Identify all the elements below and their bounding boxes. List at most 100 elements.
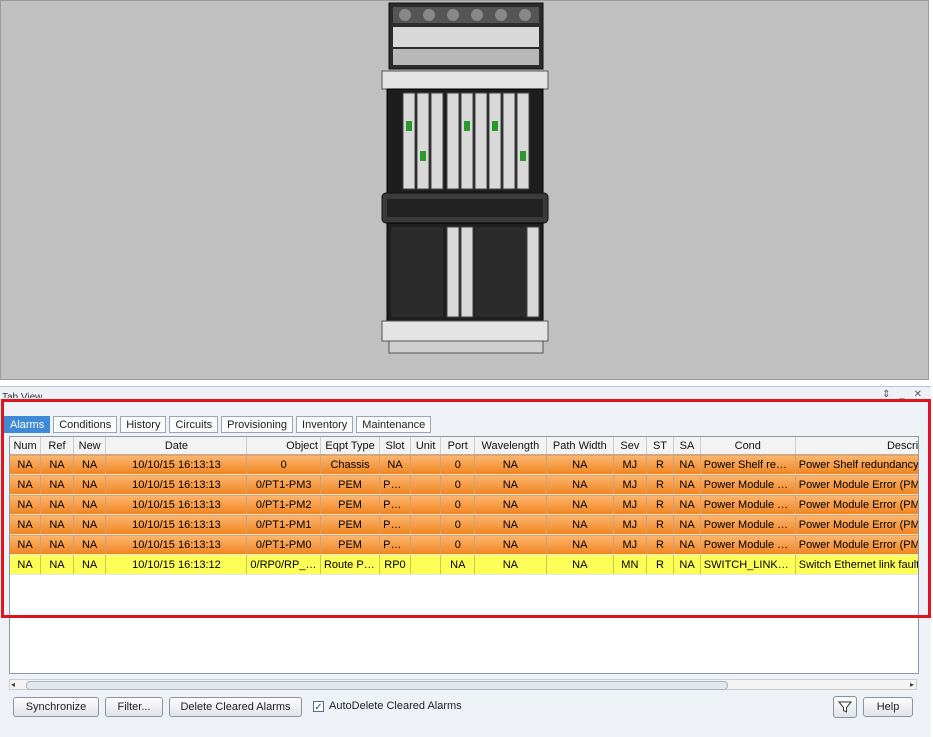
table-cell: MJ <box>613 534 647 555</box>
tab-strip: Alarms Conditions History Circuits Provi… <box>4 416 432 434</box>
panel-window-controls[interactable]: ⇕ _ ✕ <box>882 389 925 400</box>
table-cell: NA <box>546 474 615 495</box>
table-cell: Power Module Error <box>700 494 796 515</box>
table-row[interactable]: NANANA10/10/15 16:13:130/PT1-PM1PEMPT1-P… <box>10 514 918 535</box>
table-cell: Switch Ethernet link fault <box>795 554 918 575</box>
table-cell: 0/RP0/RP_SWITCH <box>246 554 321 575</box>
tab-alarms[interactable]: Alarms <box>4 416 51 433</box>
table-cell: Power Module Error <box>700 474 796 495</box>
table-cell: NA <box>40 554 74 575</box>
autodelete-label: AutoDelete Cleared Alarms <box>329 700 462 712</box>
table-cell <box>410 514 442 535</box>
tab-history[interactable]: History <box>120 416 167 433</box>
help-button[interactable]: Help <box>863 697 913 717</box>
table-cell: NA <box>10 494 42 515</box>
horizontal-scrollbar[interactable]: ◂ ▸ <box>9 679 917 690</box>
column-header-sa[interactable]: SA <box>673 437 701 455</box>
table-cell: Power Shelf redundancy lost <box>700 454 796 475</box>
table-cell: R <box>646 554 675 575</box>
table-cell: PEM <box>320 494 381 515</box>
table-cell: MN <box>613 554 647 575</box>
table-cell: PEM <box>320 514 381 535</box>
table-cell: R <box>646 474 675 495</box>
table-cell: 0/PT1-PM3 <box>246 474 321 495</box>
column-header-num[interactable]: Num <box>10 437 42 455</box>
table-cell: 0 <box>440 454 476 475</box>
table-row[interactable]: NANANA10/10/15 16:13:130/PT1-PM0PEMPT1-P… <box>10 534 918 555</box>
column-header-path-width[interactable]: Path Width <box>546 437 615 455</box>
table-cell: 0/PT1-PM1 <box>246 514 321 535</box>
table-cell: NA <box>40 454 74 475</box>
column-header-st[interactable]: ST <box>646 437 675 455</box>
synchronize-button[interactable]: Synchronize <box>13 697 99 717</box>
table-cell: NA <box>546 494 615 515</box>
table-cell: NA <box>40 534 74 555</box>
table-header-row: Num Ref New Date Object Eqpt Type Slot U… <box>10 437 918 455</box>
scrollbar-thumb[interactable] <box>26 681 728 690</box>
table-cell: R <box>646 454 675 475</box>
autodelete-checkbox[interactable]: ✓ <box>313 700 324 713</box>
column-header-port[interactable]: Port <box>440 437 476 455</box>
table-cell: NA <box>474 534 547 555</box>
column-header-date[interactable]: Date <box>105 437 248 455</box>
scroll-left-arrow-icon[interactable]: ◂ <box>11 680 15 690</box>
table-cell: NA <box>673 494 701 515</box>
table-cell: NA <box>10 474 42 495</box>
table-cell: NA <box>546 534 615 555</box>
table-cell: NA <box>474 514 547 535</box>
column-header-new[interactable]: New <box>73 437 107 455</box>
alarms-table: Num Ref New Date Object Eqpt Type Slot U… <box>10 437 918 575</box>
table-cell: NA <box>40 494 74 515</box>
table-cell: RP0 <box>379 554 411 575</box>
column-header-wavelength[interactable]: Wavelength <box>474 437 547 455</box>
tab-conditions[interactable]: Conditions <box>53 416 118 433</box>
table-row[interactable]: NANANA10/10/15 16:13:130/PT1-PM3PEMPT1-P… <box>10 474 918 495</box>
table-cell: Route Processor <box>320 554 381 575</box>
checkmark-icon: ✓ <box>314 701 323 713</box>
table-cell: NA <box>474 454 547 475</box>
table-cell: PT1-PM1 <box>379 514 411 535</box>
table-row[interactable]: NA NA NA 10/10/15 16:13:13 0 Chassis NA 0 NA NA MJ… <box>10 454 918 475</box>
column-header-description[interactable]: Description <box>795 437 918 455</box>
table-cell: PT1-PM2 <box>379 494 411 515</box>
column-header-eqpt-type[interactable]: Eqpt Type <box>320 437 381 455</box>
column-header-unit[interactable]: Unit <box>410 437 442 455</box>
table-cell: NA <box>673 454 701 475</box>
table-cell: NA <box>474 494 547 515</box>
table-cell: NA <box>73 494 107 515</box>
table-cell: 0 <box>246 454 321 475</box>
table-cell: 0/PT1-PM2 <box>246 494 321 515</box>
filter-funnel-icon <box>837 701 853 713</box>
column-header-cond[interactable]: Cond <box>700 437 796 455</box>
table-row[interactable]: NANANA10/10/15 16:13:130/PT1-PM2PEMPT1-P… <box>10 494 918 515</box>
table-cell: NA <box>10 554 42 575</box>
alarms-table-container: Num Ref New Date Object Eqpt Type Slot U… <box>9 436 919 674</box>
tab-inventory[interactable]: Inventory <box>296 416 354 433</box>
scroll-right-arrow-icon[interactable]: ▸ <box>910 680 914 690</box>
table-cell: NA <box>379 454 411 475</box>
column-header-object[interactable]: Object <box>246 437 321 455</box>
tab-circuits[interactable]: Circuits <box>169 416 219 433</box>
table-cell: NA <box>546 554 615 575</box>
column-header-sev[interactable]: Sev <box>613 437 647 455</box>
table-cell: NA <box>474 554 547 575</box>
table-cell: R <box>646 534 675 555</box>
table-cell: PT1-PM0 <box>379 534 411 555</box>
table-cell: 10/10/15 16:13:13 <box>105 514 248 535</box>
chassis-graphic[interactable] <box>1 1 930 381</box>
table-cell: 10/10/15 16:13:13 <box>105 454 248 475</box>
tab-maintenance[interactable]: Maintenance <box>356 416 432 433</box>
table-row[interactable]: NANANA10/10/15 16:13:120/RP0/RP_SWITCHRo… <box>10 554 918 575</box>
table-cell: PT1-PM3 <box>379 474 411 495</box>
table-cell: 10/10/15 16:13:12 <box>105 554 248 575</box>
filter-button[interactable]: Filter... <box>105 697 163 717</box>
column-header-ref[interactable]: Ref <box>40 437 74 455</box>
table-cell <box>410 494 442 515</box>
delete-cleared-alarms-button[interactable]: Delete Cleared Alarms <box>169 697 302 717</box>
filter-toggle-button[interactable] <box>833 696 857 718</box>
table-cell: 0 <box>440 534 476 555</box>
table-cell: NA <box>474 474 547 495</box>
column-header-slot[interactable]: Slot <box>379 437 411 455</box>
tab-provisioning[interactable]: Provisioning <box>221 416 294 433</box>
autodelete-checkbox-group[interactable]: ✓ AutoDelete Cleared Alarms <box>313 700 462 713</box>
